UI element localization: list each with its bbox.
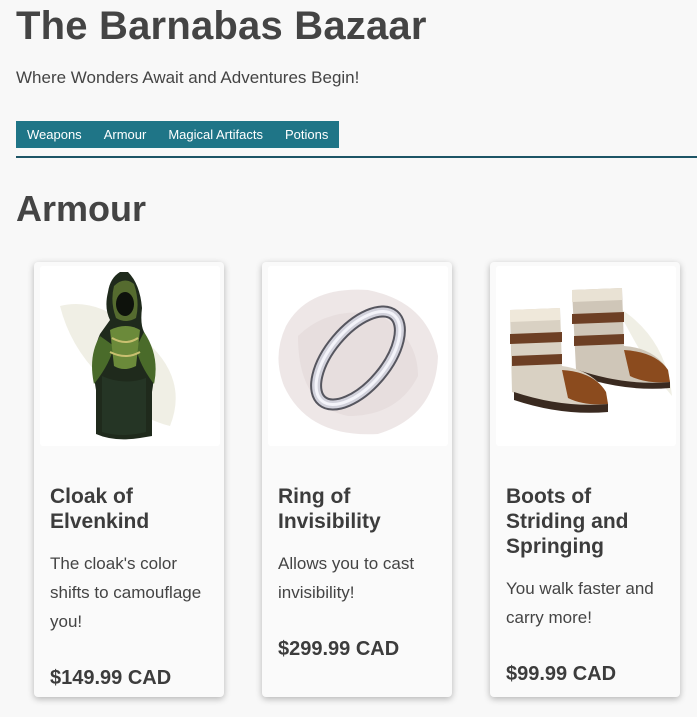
- site-tagline: Where Wonders Await and Adventures Begin…: [16, 68, 360, 87]
- product-price: $99.99 CAD: [506, 663, 617, 685]
- product-price: $299.99 CAD: [278, 638, 400, 660]
- main-nav: Weapons Armour Magical Artifacts Potions: [16, 121, 340, 148]
- nav-divider: [16, 156, 697, 158]
- page: The Barnabas Bazaar Where Wonders Await …: [0, 0, 697, 717]
- product-name[interactable]: Cloak of Elvenkind: [50, 484, 218, 534]
- cloak-icon: [60, 272, 176, 440]
- product-name[interactable]: Boots of Striding and Springing: [506, 484, 674, 559]
- section-title: Armour: [16, 188, 147, 229]
- nav-item-potions[interactable]: Potions: [274, 121, 339, 148]
- site-title: The Barnabas Bazaar: [16, 4, 427, 48]
- product-card-boots[interactable]: Boots of Striding and Springing You walk…: [490, 262, 680, 697]
- product-image-boots[interactable]: [496, 266, 676, 446]
- nav-item-weapons[interactable]: Weapons: [16, 121, 93, 148]
- boots-icon: [510, 288, 672, 413]
- product-image-ring[interactable]: [268, 266, 448, 446]
- product-description: The cloak's color shifts to camouflage y…: [50, 554, 202, 631]
- nav-item-magical-artifacts[interactable]: Magical Artifacts: [157, 121, 274, 148]
- product-price: $149.99 CAD: [50, 667, 172, 689]
- product-card-cloak[interactable]: Cloak of Elvenkind The cloak's color shi…: [34, 262, 224, 697]
- product-name[interactable]: Ring of Invisibility: [278, 484, 446, 534]
- product-card-ring[interactable]: Ring of Invisibility Allows you to cast …: [262, 262, 452, 697]
- ring-icon: [278, 289, 438, 435]
- product-description: You walk faster and carry more!: [506, 579, 654, 627]
- nav-item-armour[interactable]: Armour: [93, 121, 158, 148]
- product-image-cloak[interactable]: [40, 266, 220, 446]
- product-description: Allows you to cast invisibility!: [278, 554, 415, 602]
